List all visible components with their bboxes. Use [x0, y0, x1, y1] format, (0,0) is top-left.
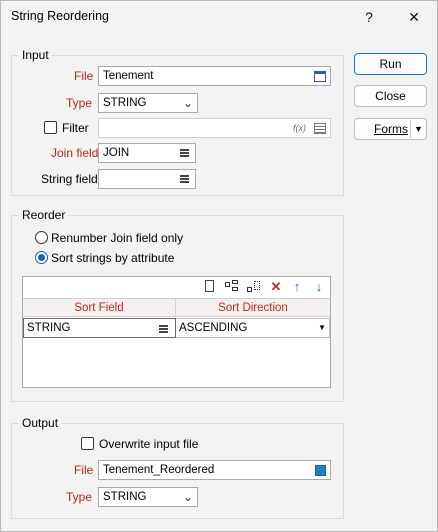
sort-direction-cell[interactable]: ASCENDING ▼ — [176, 318, 330, 338]
delete-icon[interactable]: ✕ — [268, 279, 284, 295]
close-button[interactable]: Close — [354, 85, 427, 107]
new-file-icon[interactable] — [202, 279, 218, 295]
output-type-label: Type — [66, 490, 93, 504]
append-row-icon[interactable] — [246, 279, 262, 295]
filter-checkbox[interactable] — [44, 121, 57, 134]
sort-radio[interactable] — [35, 251, 48, 264]
output-type-select[interactable]: STRING ⌄ — [98, 487, 198, 507]
reorder-group-label: Reorder — [19, 208, 69, 222]
list-icon[interactable] — [159, 325, 168, 333]
calendar-icon[interactable] — [314, 71, 326, 82]
table-row: STRING ASCENDING ▼ — [23, 318, 330, 338]
fx-icon[interactable]: f(x) — [293, 119, 306, 137]
sort-field-cell[interactable]: STRING — [23, 318, 176, 338]
string-field-label: String field — [41, 172, 98, 186]
output-type-value: STRING — [103, 491, 147, 503]
filter-input[interactable]: f(x) — [98, 118, 331, 138]
forms-button[interactable]: Forms ▼ — [354, 118, 427, 140]
filter-label: Filter — [62, 121, 89, 135]
file-input-value: Tenement — [103, 70, 154, 82]
dialog-window: String Reordering ? ✕ Run Close Forms ▼ … — [0, 0, 438, 532]
type-label: Type — [66, 96, 93, 110]
overwrite-label: Overwrite input file — [99, 437, 199, 451]
sort-grid: ✕ ↑ ↓ Sort Field Sort Direction STRING A… — [22, 276, 331, 388]
sort-direction-value: ASCENDING — [179, 322, 248, 334]
output-group-label: Output — [19, 416, 62, 430]
table-icon[interactable] — [314, 123, 326, 134]
color-swatch-icon[interactable] — [315, 465, 326, 476]
overwrite-checkbox[interactable] — [81, 437, 94, 450]
output-file-label: File — [74, 463, 94, 477]
move-up-icon[interactable]: ↑ — [289, 279, 305, 295]
close-icon[interactable]: ✕ — [397, 5, 431, 29]
input-group-label: Input — [19, 48, 52, 62]
title-bar: String Reordering ? ✕ — [1, 1, 437, 32]
renumber-radio[interactable] — [35, 231, 48, 244]
move-down-icon[interactable]: ↓ — [311, 279, 327, 295]
column-header-sort-direction[interactable]: Sort Direction — [176, 298, 330, 317]
string-field-input[interactable] — [98, 169, 196, 189]
chevron-down-icon: ⌄ — [182, 96, 193, 110]
chevron-down-icon[interactable]: ▼ — [414, 119, 423, 139]
help-icon[interactable]: ? — [352, 5, 386, 29]
list-icon[interactable] — [180, 175, 189, 183]
file-input[interactable]: Tenement — [98, 66, 331, 86]
column-header-sort-field[interactable]: Sort Field — [23, 298, 176, 317]
join-field-label: Join field — [51, 146, 99, 160]
sort-field-value: STRING — [27, 322, 71, 334]
type-select-value: STRING — [103, 97, 147, 109]
list-icon[interactable] — [180, 149, 189, 157]
file-label: File — [74, 69, 94, 83]
output-file-input[interactable]: Tenement_Reordered — [98, 460, 331, 480]
chevron-down-icon: ⌄ — [182, 490, 193, 504]
join-field-input[interactable]: JOIN — [98, 143, 196, 163]
join-field-value: JOIN — [103, 147, 130, 159]
renumber-label: Renumber Join field only — [51, 231, 184, 245]
forms-button-label: Forms — [374, 122, 408, 136]
insert-row-icon[interactable] — [224, 279, 240, 295]
window-title: String Reordering — [11, 9, 109, 23]
output-file-value: Tenement_Reordered — [103, 464, 215, 476]
forms-divider — [410, 120, 411, 138]
sort-label: Sort strings by attribute — [51, 251, 175, 265]
chevron-down-icon[interactable]: ▼ — [318, 319, 326, 337]
run-button[interactable]: Run — [354, 53, 427, 75]
type-select[interactable]: STRING ⌄ — [98, 93, 198, 113]
